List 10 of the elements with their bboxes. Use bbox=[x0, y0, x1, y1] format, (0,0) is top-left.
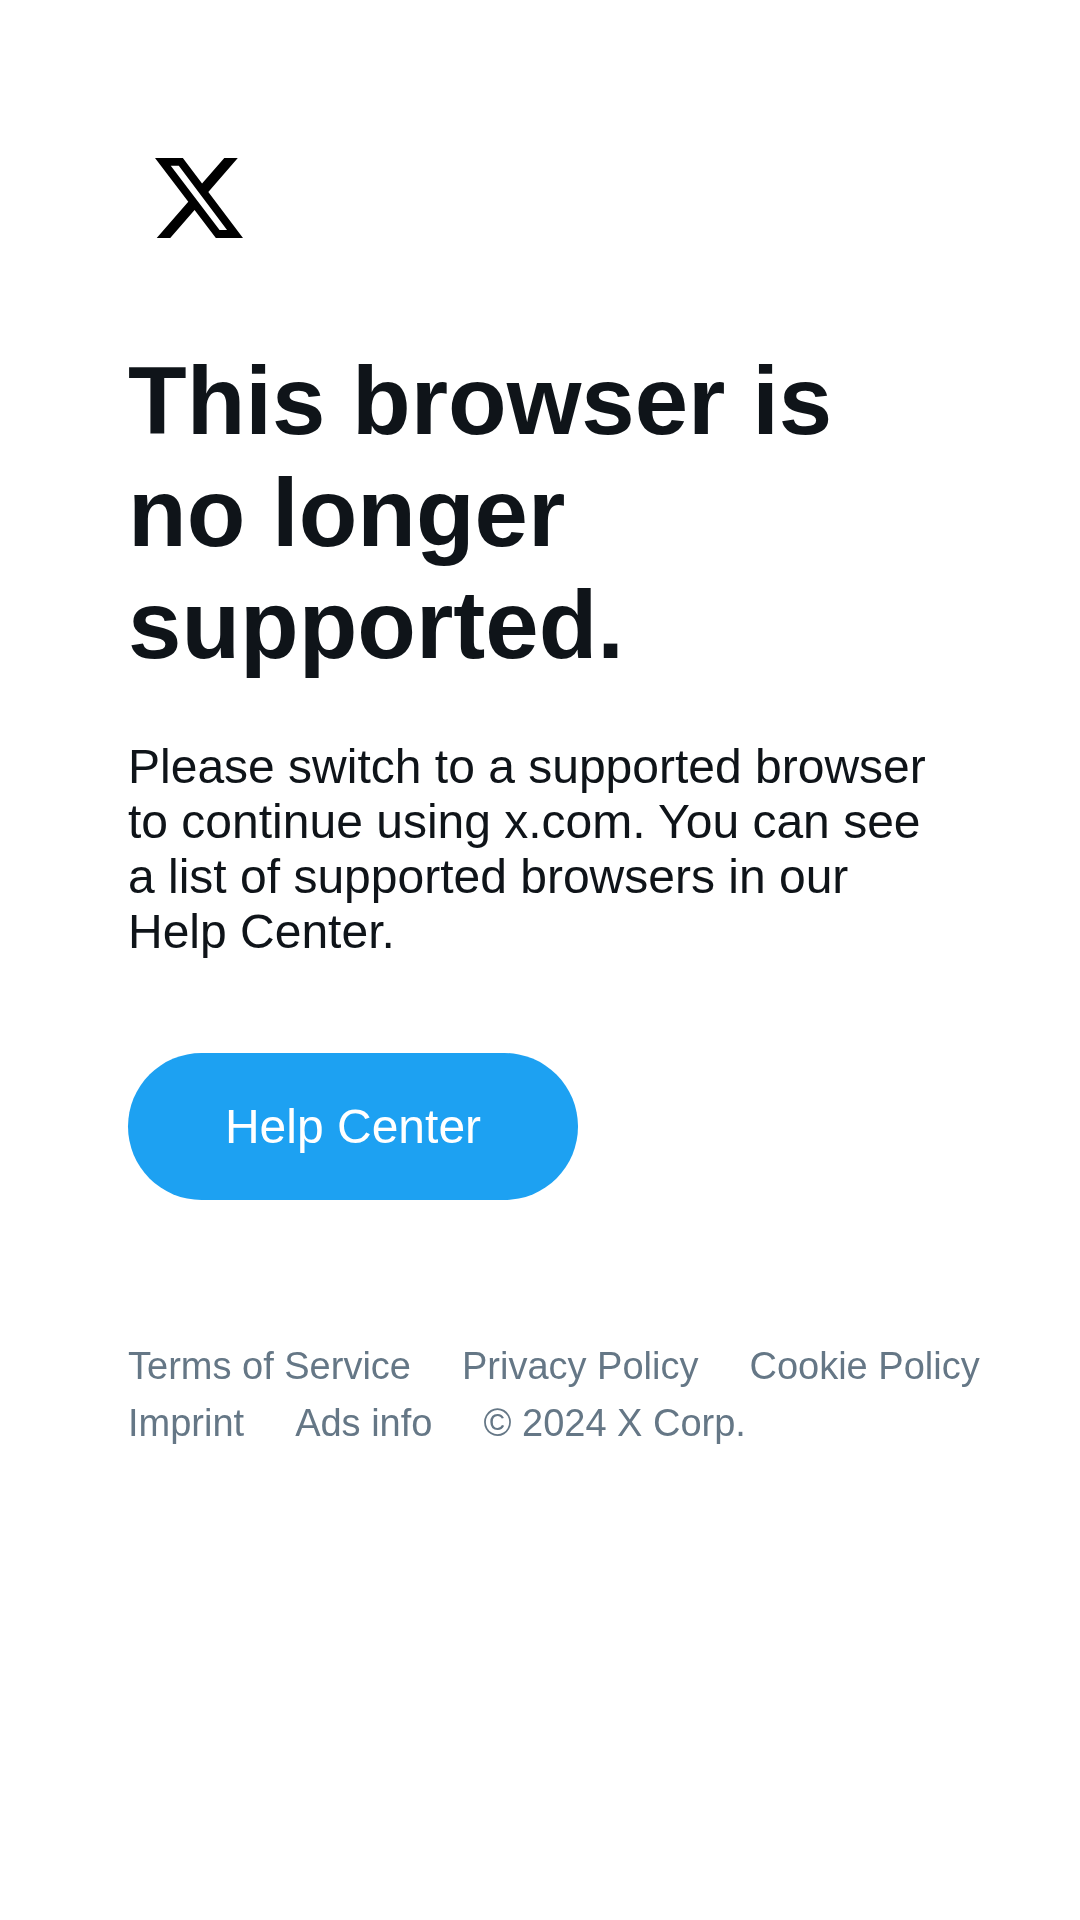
footer-link[interactable]: Ads info bbox=[295, 1395, 433, 1452]
copyright-text: © 2024 X Corp. bbox=[483, 1401, 746, 1446]
footer-link[interactable]: Privacy Policy bbox=[461, 1338, 699, 1395]
footer-link[interactable]: Cookie Policy bbox=[749, 1338, 980, 1395]
page-heading: This browser is no longer supported. bbox=[128, 346, 834, 680]
help-center-button[interactable]: Help Center bbox=[128, 1053, 578, 1200]
message-paragraph: Please switch to a supported browser to continue using x.com. You can see a list of supported browsers in our Help Center. bbox=[128, 739, 927, 959]
footer-link[interactable]: Terms of Service bbox=[128, 1338, 411, 1395]
x-logo-icon bbox=[155, 158, 243, 238]
footer-link[interactable]: Imprint bbox=[128, 1395, 245, 1452]
